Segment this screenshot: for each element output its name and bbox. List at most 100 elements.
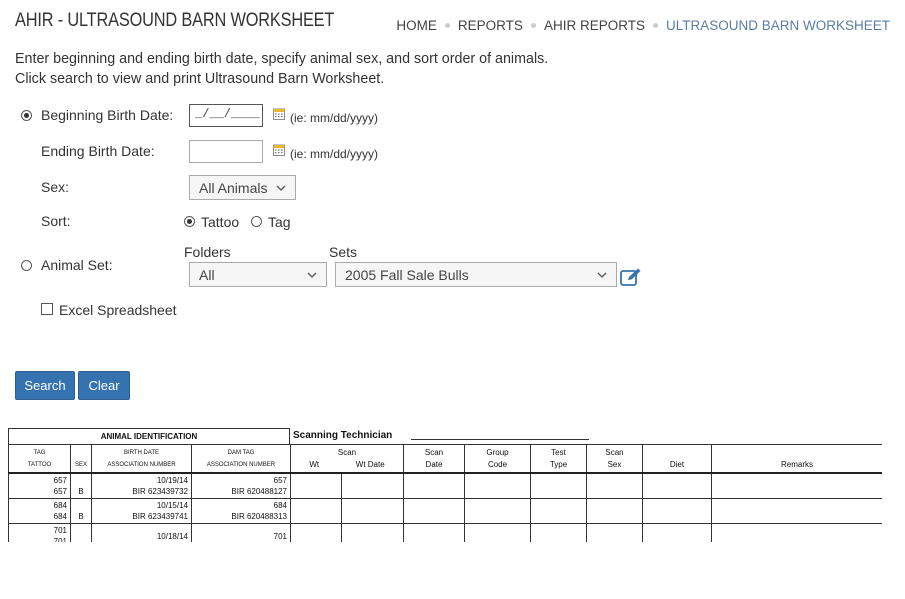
end-date-label: Ending Birth Date: <box>41 143 155 159</box>
cell-remarks <box>711 523 882 542</box>
breadcrumb-separator <box>530 23 536 28</box>
col-test-type: Test Type <box>530 444 587 474</box>
cell-tag-tattoo: 684 684 <box>8 498 71 524</box>
cell-scan-sex <box>586 498 643 524</box>
sex-label: Sex: <box>41 179 70 195</box>
cell-scan-date <box>403 498 465 524</box>
page-title: AHIR - ULTRASOUND BARN WORKSHEET <box>15 10 335 31</box>
table-row: 701 701 10/18/14 701 <box>8 523 882 542</box>
col-group-code: Group Code <box>464 444 531 474</box>
end-date-hint: (ie: mm/dd/yyyy) <box>290 147 379 161</box>
col-scan: Scan Wt Wt Date <box>290 444 404 474</box>
cell-remarks <box>711 472 882 499</box>
instructions-line-1: Enter beginning and ending birth date, s… <box>15 51 549 67</box>
cell-test-type <box>530 523 587 542</box>
cell-dam-tag: 657 BIR 620488127 <box>191 472 291 499</box>
birth-date-mode-radio[interactable] <box>21 110 32 121</box>
breadcrumb: HOME REPORTS AHIR REPORTS ULTRASOUND BAR… <box>396 18 890 33</box>
folders-select[interactable]: All <box>189 262 327 287</box>
worksheet-preview: ANIMAL IDENTIFICATION Scanning Technicia… <box>8 428 882 542</box>
breadcrumb-home[interactable]: HOME <box>396 18 437 33</box>
cell-scan-date <box>403 523 465 542</box>
cell-birth-date: 10/19/14 BIR 623439732 <box>91 472 192 499</box>
clear-button[interactable]: Clear <box>78 371 130 400</box>
folders-select-value: All <box>199 266 215 283</box>
cell-scan-sex <box>586 472 643 499</box>
instructions-line-2: Click search to view and print Ultrasoun… <box>15 71 385 87</box>
cell-tag-tattoo: 701 701 <box>8 523 71 542</box>
worksheet-table: TAG TATTOO SEX BIRTH DATE ASSOCIATION NUMB… <box>8 444 882 542</box>
sets-select[interactable]: 2005 Fall Sale Bulls <box>335 262 617 287</box>
end-date-input[interactable] <box>189 140 263 163</box>
excel-spreadsheet-checkbox[interactable] <box>41 303 53 315</box>
chevron-down-icon <box>597 272 607 278</box>
cell-dam-tag: 701 <box>191 523 291 542</box>
col-birth-date: BIRTH DATE ASSOCIATION NUMBER <box>91 444 192 474</box>
cell-wt-date <box>341 472 404 499</box>
animal-set-label: Animal Set: <box>41 257 113 273</box>
sets-select-value: 2005 Fall Sale Bulls <box>345 266 469 283</box>
animal-set-mode-radio[interactable] <box>21 260 32 271</box>
cell-test-type <box>530 498 587 524</box>
breadcrumb-current: ULTRASOUND BARN WORKSHEET <box>665 18 890 33</box>
col-diet: Diet <box>642 444 712 474</box>
cell-diet <box>642 498 712 524</box>
sets-label: Sets <box>329 244 358 260</box>
cell-wt-date <box>341 523 404 542</box>
cell-wt-date <box>341 498 404 524</box>
search-button[interactable]: Search <box>15 371 75 400</box>
breadcrumb-separator <box>444 23 450 28</box>
sort-label: Sort: <box>41 213 71 229</box>
cell-remarks <box>711 498 882 524</box>
cell-test-type <box>530 472 587 499</box>
cell-group-code <box>464 498 531 524</box>
cell-wt <box>290 523 342 542</box>
sex-select[interactable]: All Animals <box>189 175 296 200</box>
col-tag-tattoo: TAG TATTOO <box>8 444 71 474</box>
cell-sex: B <box>70 498 92 524</box>
table-row: 657 657 B 10/19/14 BIR 623439732 657 BIR 6204… <box>8 472 882 499</box>
edit-icon[interactable] <box>619 267 643 287</box>
chevron-down-icon <box>307 272 317 278</box>
worksheet-header-row: TAG TATTOO SEX BIRTH DATE ASSOCIATION NUMB… <box>8 444 882 474</box>
sex-select-value: All Animals <box>199 179 268 196</box>
animal-identification-header: ANIMAL IDENTIFICATION <box>8 428 290 444</box>
cell-scan-sex <box>586 523 643 542</box>
breadcrumb-separator <box>652 23 658 28</box>
sort-tattoo-radio[interactable] <box>184 216 195 227</box>
sort-tattoo-label[interactable]: Tattoo <box>201 214 239 230</box>
chevron-down-icon <box>276 185 286 191</box>
col-remarks: Remarks <box>711 444 882 474</box>
cell-diet <box>642 472 712 499</box>
cell-wt <box>290 498 342 524</box>
scanning-technician-label: Scanning Technician <box>293 430 393 441</box>
calendar-icon[interactable] <box>273 108 285 120</box>
scanning-technician-line <box>411 439 589 440</box>
col-dam-tag: DAM TAG ASSOCIATION NUMBER <box>191 444 291 474</box>
breadcrumb-ahir-reports[interactable]: AHIR REPORTS <box>544 18 645 33</box>
instructions: Enter beginning and ending birth date, s… <box>15 49 548 89</box>
cell-tag-tattoo: 657 657 <box>8 472 71 499</box>
cell-wt <box>290 472 342 499</box>
cell-sex: B <box>70 472 92 499</box>
cell-scan-date <box>403 472 465 499</box>
cell-group-code <box>464 523 531 542</box>
sort-tag-label[interactable]: Tag <box>268 214 291 230</box>
excel-spreadsheet-label[interactable]: Excel Spreadsheet <box>59 302 177 318</box>
begin-date-label: Beginning Birth Date: <box>41 107 174 123</box>
sort-tag-radio[interactable] <box>251 216 262 227</box>
calendar-icon[interactable] <box>273 144 285 156</box>
cell-birth-date: 10/15/14 BIR 623439741 <box>91 498 192 524</box>
col-scan-date: Scan Date <box>403 444 465 474</box>
table-row: 684 684 B 10/15/14 BIR 623439741 684 BIR 6204… <box>8 498 882 524</box>
cell-sex <box>70 523 92 542</box>
breadcrumb-reports[interactable]: REPORTS <box>458 18 523 33</box>
col-scan-sex: Scan Sex <box>586 444 643 474</box>
cell-diet <box>642 523 712 542</box>
cell-birth-date: 10/18/14 <box>91 523 192 542</box>
col-sex: SEX <box>70 444 92 474</box>
cell-group-code <box>464 472 531 499</box>
folders-label: Folders <box>184 244 231 260</box>
begin-date-hint: (ie: mm/dd/yyyy) <box>290 111 379 125</box>
begin-date-input[interactable]: _/__/____ <box>189 104 263 127</box>
